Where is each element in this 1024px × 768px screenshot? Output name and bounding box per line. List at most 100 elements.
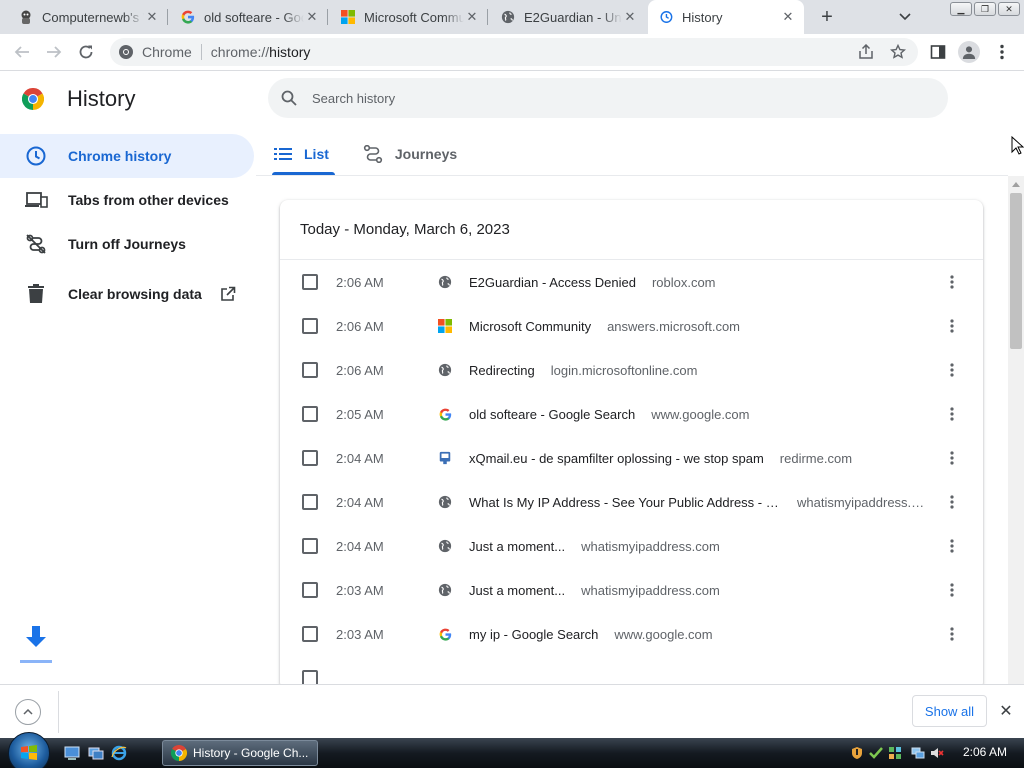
page-scrollbar[interactable] [1008, 176, 1024, 684]
bookmark-star-icon[interactable] [888, 42, 908, 62]
windows-logo-icon [21, 745, 37, 760]
entry-domain: whatismyipaddress.com [797, 494, 929, 510]
address-bar[interactable]: Chrome chrome://history [110, 38, 918, 66]
history-entry[interactable]: 2:04 AM xQmail.eu - de spamfilter oplossi… [280, 436, 983, 480]
back-button[interactable] [10, 40, 34, 64]
tab-history[interactable]: History ✕ [648, 0, 804, 34]
search-input[interactable] [312, 90, 912, 106]
close-icon[interactable]: ✕ [464, 9, 480, 25]
entry-time: 2:04 AM [336, 450, 384, 466]
close-icon[interactable]: ✕ [144, 9, 160, 25]
tab-journeys[interactable]: Journeys [361, 134, 459, 174]
tab-google-search[interactable]: old softeare - Google Search ✕ [170, 0, 328, 34]
globe-icon [500, 9, 516, 25]
entry-checkbox[interactable] [302, 450, 318, 466]
more-actions-icon[interactable] [942, 624, 962, 644]
tab-strip: Computernewb's Wiki ✕ old softeare - Goo… [0, 0, 1024, 34]
more-actions-icon[interactable] [942, 316, 962, 336]
entry-checkbox[interactable] [302, 406, 318, 422]
reload-button[interactable] [74, 40, 98, 64]
tab-search-chevron-icon[interactable] [893, 5, 917, 29]
scroll-thumb[interactable] [1010, 193, 1022, 349]
tab-title: old softeare - Google Search [204, 9, 304, 25]
entry-checkbox[interactable] [302, 494, 318, 510]
maximize-button[interactable]: ❐ [974, 2, 996, 16]
show-all-button[interactable]: Show all [912, 695, 987, 727]
close-icon[interactable]: ✕ [780, 9, 796, 25]
day-header: Today - Monday, March 6, 2023 [280, 200, 983, 260]
omnibox-separator [200, 44, 202, 60]
history-entry[interactable]: 2:06 AM E2Guardian - Access Denied roblox.… [280, 260, 983, 304]
new-tab-button[interactable]: + [815, 5, 839, 29]
window-close-button[interactable]: ✕ [998, 2, 1020, 16]
switch-windows-icon[interactable] [88, 745, 104, 761]
close-icon[interactable]: ✕ [304, 9, 320, 25]
history-entry[interactable]: 2:06 AM Microsoft Community answers.micros… [280, 304, 983, 348]
history-entry[interactable]: 2:05 AM old softeare - Google Search www.g… [280, 392, 983, 436]
entry-checkbox[interactable] [302, 626, 318, 642]
site-info[interactable]: Chrome [110, 44, 192, 60]
tab-microsoft-community[interactable]: Microsoft Community ✕ [330, 0, 488, 34]
more-actions-icon[interactable] [942, 536, 962, 556]
entry-title-link[interactable]: What Is My IP Address - See Your Public … [469, 495, 781, 510]
share-icon[interactable] [856, 42, 876, 62]
entry-title-link[interactable]: E2Guardian - Access Denied [469, 275, 636, 290]
entry-title-link[interactable]: Just a moment... [469, 583, 565, 598]
entry-title-link[interactable]: Redirecting [469, 363, 535, 378]
entry-title-link[interactable]: old softeare - Google Search [469, 407, 635, 422]
more-actions-icon[interactable] [942, 360, 962, 380]
more-actions-icon[interactable] [942, 448, 962, 468]
history-entry[interactable]: 2:06 AM Redirecting login.microsoftonline.… [280, 348, 983, 392]
action-center-icon[interactable] [869, 746, 883, 760]
history-entry[interactable]: 2:03 AM my ip - Google Search www.google.c… [280, 612, 983, 656]
entry-title-link[interactable]: Microsoft Community [469, 319, 591, 334]
security-shield-icon[interactable] [850, 746, 864, 760]
entry-checkbox[interactable] [302, 362, 318, 378]
sidebar-item-clear-browsing-data[interactable]: Clear browsing data [0, 272, 256, 316]
entry-title-link[interactable]: Just a moment... [469, 539, 565, 554]
history-entry[interactable]: 2:04 AM Just a moment... whatismyipaddress… [280, 524, 983, 568]
show-desktop-icon[interactable] [64, 745, 80, 761]
chrome-menu-icon[interactable] [992, 42, 1012, 62]
internet-explorer-icon[interactable] [111, 745, 127, 761]
sidebar-item-turn-off-journeys[interactable]: Turn off Journeys [0, 222, 256, 266]
more-actions-icon[interactable] [942, 272, 962, 292]
more-actions-icon[interactable] [942, 404, 962, 424]
trash-icon [24, 282, 48, 306]
tab-list[interactable]: List [272, 134, 335, 175]
entry-domain: answers.microsoft.com [607, 318, 740, 334]
tray-app-icon[interactable] [888, 746, 902, 760]
tab-title: History [682, 9, 723, 25]
more-actions-icon[interactable] [942, 492, 962, 512]
start-button[interactable] [8, 732, 50, 768]
history-entry[interactable]: 2:04 AM What Is My IP Address - See Your … [280, 480, 983, 524]
entry-checkbox[interactable] [302, 538, 318, 554]
entry-checkbox[interactable] [302, 318, 318, 334]
forward-button[interactable] [42, 40, 66, 64]
back-arrow-icon [14, 46, 29, 58]
download-bar: Show all ✕ [0, 684, 1024, 738]
entry-title-link[interactable]: my ip - Google Search [469, 627, 598, 642]
tab-computernewb[interactable]: Computernewb's Wiki ✕ [8, 0, 168, 34]
close-download-bar-icon[interactable]: ✕ [996, 701, 1016, 721]
volume-muted-icon[interactable] [930, 746, 944, 760]
side-panel-icon[interactable] [928, 42, 948, 62]
close-icon[interactable]: ✕ [622, 9, 638, 25]
search-history-bar[interactable] [268, 78, 948, 118]
download-item-chevron-up-icon[interactable] [15, 699, 41, 725]
sidebar-item-chrome-history[interactable]: Chrome history [0, 134, 254, 178]
profile-avatar[interactable] [958, 41, 980, 63]
tab-title: Microsoft Community [364, 9, 464, 25]
more-actions-icon[interactable] [942, 580, 962, 600]
taskbar-chrome-window[interactable]: History - Google Ch... [162, 740, 318, 766]
scroll-up-arrow-icon[interactable] [1012, 182, 1020, 187]
entry-time: 2:05 AM [336, 406, 384, 422]
minimize-button[interactable]: ▁ [950, 2, 972, 16]
sidebar-item-tabs-other-devices[interactable]: Tabs from other devices [0, 178, 256, 222]
entry-checkbox[interactable] [302, 582, 318, 598]
network-icon[interactable] [911, 746, 925, 760]
entry-title-link[interactable]: xQmail.eu - de spamfilter oplossing - we… [469, 451, 764, 466]
history-entry[interactable]: 2:03 AM Just a moment... whatismyipaddress… [280, 568, 983, 612]
tab-e2guardian[interactable]: E2Guardian - Unable to... ✕ [490, 0, 646, 34]
entry-checkbox[interactable] [302, 274, 318, 290]
